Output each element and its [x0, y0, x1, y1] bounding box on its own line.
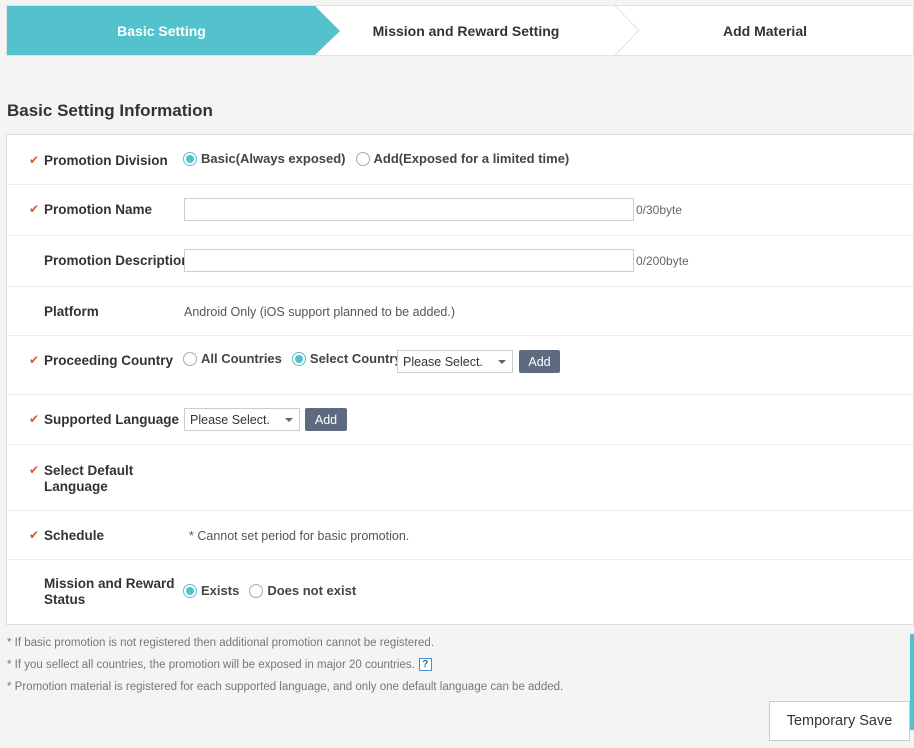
radio-exists[interactable]: Exists [183, 583, 239, 598]
radio-label: All Countries [201, 351, 282, 366]
button-label: Temporary Save [786, 713, 893, 729]
language-select[interactable]: Please Select. [184, 408, 300, 431]
basic-setting-form: ✔ Promotion Division Basic(Always expose… [6, 134, 914, 625]
step-label: Mission and Reward Setting [372, 22, 560, 39]
radio-label: Basic(Always exposed) [201, 151, 346, 166]
default-language-label: Select Default Language [44, 463, 133, 495]
row-proceeding-country: ✔ Proceeding Country All Countries Selec… [7, 336, 913, 395]
row-platform: Platform Android Only (iOS support plann… [7, 287, 913, 336]
promotion-description-counter: 0/200byte [636, 254, 689, 268]
promotion-division-radios: Basic(Always exposed) Add(Exposed for a … [183, 151, 579, 166]
radio-does-not-exist[interactable]: Does not exist [249, 583, 356, 598]
promotion-description-label: Promotion Description [44, 253, 190, 268]
note-item: * Promotion material is registered for e… [7, 681, 564, 693]
chevron-down-icon [285, 418, 293, 422]
notes: * If basic promotion is not registered t… [7, 636, 563, 702]
radio-label: Does not exist [267, 583, 357, 598]
platform-value: Android Only (iOS support planned to be … [184, 305, 456, 319]
radio-selected-icon [183, 583, 197, 598]
chevron-down-icon [498, 360, 506, 364]
label-line: Select Default [44, 463, 134, 478]
radio-label: Add(Exposed for a limited time) [373, 151, 570, 166]
promotion-description-input[interactable] [184, 249, 634, 272]
required-check-icon: ✔ [29, 528, 40, 542]
promotion-name-label: Promotion Name [44, 202, 153, 217]
country-select[interactable]: Please Select. [397, 350, 513, 373]
radio-basic[interactable]: Basic(Always exposed) [183, 151, 346, 166]
side-scroll-tab[interactable] [910, 634, 914, 730]
button-label: Add [314, 412, 338, 427]
radio-select-country[interactable]: Select Country [291, 351, 402, 366]
mission-reward-status-radios: Exists Does not exist [183, 583, 366, 598]
add-language-button[interactable]: Add [305, 408, 347, 431]
radio-selected-icon [183, 151, 197, 166]
row-default-language: ✔ Select Default Language [7, 445, 913, 511]
required-check-icon: ✔ [29, 463, 40, 477]
promotion-name-input[interactable] [184, 198, 634, 221]
promotion-name-counter: 0/30byte [636, 203, 683, 217]
step-progress-bar: Basic Setting Mission and Reward Setting… [6, 5, 914, 56]
schedule-note: * Cannot set period for basic promotion. [189, 529, 410, 543]
add-country-button[interactable]: Add [519, 350, 560, 373]
radio-all-countries[interactable]: All Countries [183, 351, 282, 366]
radio-unselected-icon [355, 151, 370, 166]
button-label: Add [528, 354, 551, 369]
step-add-material[interactable]: Add Material [616, 6, 914, 55]
row-promotion-name: ✔ Promotion Name 0/30byte [7, 185, 913, 236]
label-line: Language [44, 479, 108, 494]
select-value: Please Select. [190, 412, 270, 427]
radio-label: Select Country [309, 351, 402, 366]
supported-language-label: Supported Language [44, 412, 179, 427]
required-check-icon: ✔ [29, 153, 40, 167]
required-check-icon: ✔ [29, 353, 40, 367]
step-basic-setting[interactable]: Basic Setting [7, 6, 316, 55]
select-value: Please Select. [403, 354, 483, 369]
help-icon[interactable]: ? [418, 658, 432, 671]
note-item: * If you sellect all countries, the prom… [7, 658, 563, 680]
schedule-label: Schedule [44, 528, 105, 543]
radio-unselected-icon [249, 583, 264, 598]
label-line: Mission and Reward [44, 576, 175, 591]
temporary-save-button[interactable]: Temporary Save [769, 701, 910, 741]
radio-add[interactable]: Add(Exposed for a limited time) [355, 151, 570, 166]
radio-selected-icon [291, 351, 306, 366]
proceeding-country-label: Proceeding Country [44, 353, 174, 368]
section-title: Basic Setting Information [7, 101, 213, 120]
radio-unselected-icon [183, 351, 197, 366]
radio-label: Exists [201, 583, 240, 598]
row-promotion-description: Promotion Description 0/200byte [7, 236, 913, 287]
step-mission-reward-setting[interactable]: Mission and Reward Setting [316, 6, 616, 55]
row-mission-reward-status: Mission and Reward Status Exists Does no… [7, 560, 913, 624]
promotion-division-label: Promotion Division [44, 153, 168, 168]
required-check-icon: ✔ [29, 412, 40, 426]
proceeding-country-radios: All Countries Select Country [183, 351, 412, 366]
row-promotion-division: ✔ Promotion Division Basic(Always expose… [7, 135, 913, 185]
row-schedule: ✔ Schedule * Cannot set period for basic… [7, 511, 913, 560]
row-supported-language: ✔ Supported Language Please Select. Add [7, 395, 913, 445]
step-label: Add Material [722, 22, 807, 39]
label-line: Status [44, 592, 86, 607]
required-check-icon: ✔ [29, 202, 40, 216]
mission-reward-status-label: Mission and Reward Status [44, 576, 175, 608]
note-item: * If basic promotion is not registered t… [7, 637, 435, 649]
step-label: Basic Setting [117, 22, 206, 39]
platform-label: Platform [44, 304, 99, 319]
